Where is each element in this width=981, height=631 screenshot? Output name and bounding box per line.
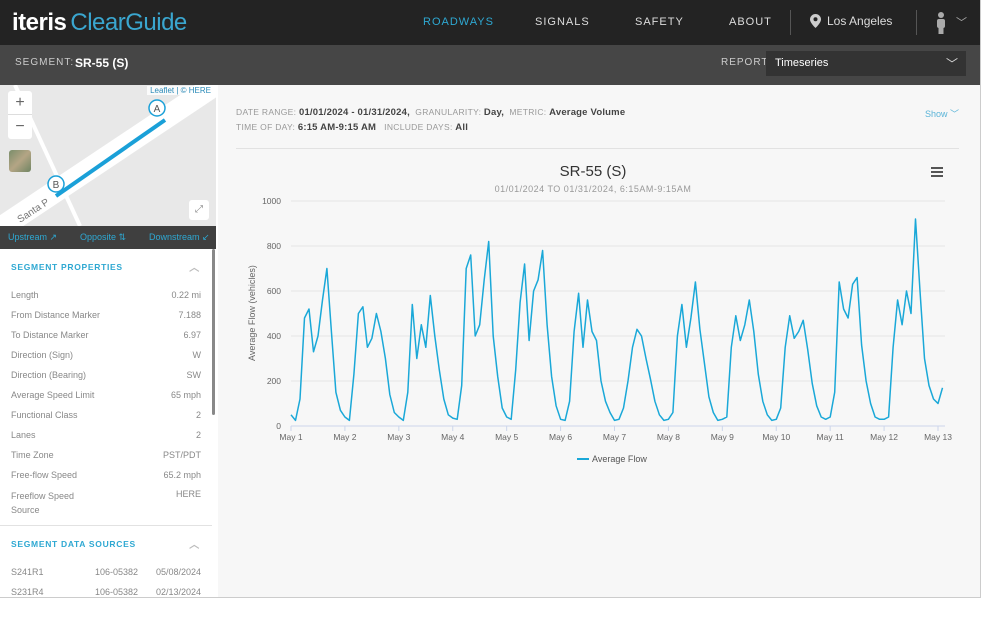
x-tick-label: May 4 [441,432,464,442]
y-tick-label: 0 [276,421,281,431]
x-tick-label: May 8 [657,432,680,442]
hamburger-menu-icon[interactable] [931,167,943,177]
chart-title: SR-55 (S) [560,163,627,180]
chart-subtitle: 01/01/2024 TO 01/31/2024, 6:15AM-9:15AM [495,184,692,194]
app: iteris ClearGuide ROADWAYS SIGNALS SAFETY… [0,0,981,598]
y-tick-label: 600 [267,286,281,296]
y-tick-label: 400 [267,331,281,341]
y-axis-label: Average Flow (vehicles) [247,265,257,361]
x-tick-label: May 9 [711,432,734,442]
y-tick-label: 1000 [262,196,281,206]
x-tick-label: May 10 [762,432,790,442]
y-tick-label: 200 [267,376,281,386]
x-tick-label: May 2 [333,432,356,442]
legend-item-average-flow[interactable]: Average Flow [592,454,647,464]
x-tick-label: May 1 [279,432,302,442]
x-tick-label: May 11 [817,432,845,442]
series-line-average-flow [290,218,944,422]
x-tick-label: May 3 [387,432,410,442]
timeseries-chart: SR-55 (S) 01/01/2024 TO 01/31/2024, 6:15A… [247,163,952,464]
x-tick-label: May 13 [924,432,952,442]
x-tick-label: May 7 [603,432,626,442]
x-tick-label: May 6 [549,432,572,442]
x-tick-label: May 12 [870,432,898,442]
x-tick-label: May 5 [495,432,518,442]
y-tick-label: 800 [267,241,281,251]
